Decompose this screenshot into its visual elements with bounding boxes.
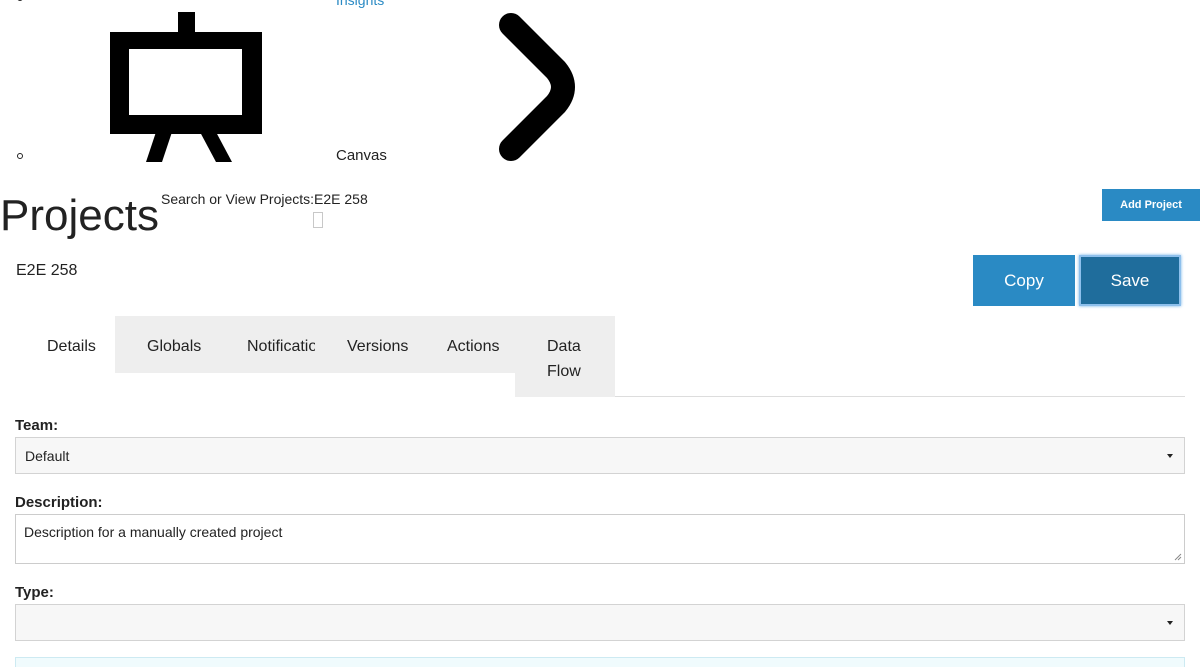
tab-versions[interactable]: Versions (347, 334, 408, 359)
tab-divider (615, 396, 1185, 397)
easel-icon (110, 12, 262, 162)
type-label: Type: (15, 584, 54, 601)
search-input[interactable] (313, 212, 323, 228)
tab-notifications[interactable]: Notifications (247, 334, 315, 359)
team-label: Team: (15, 417, 59, 434)
nav-bullet-insights (17, 0, 23, 1)
type-select[interactable] (15, 604, 1185, 641)
description-textarea[interactable]: Description for a manually created proje… (15, 514, 1185, 564)
info-panel (15, 657, 1185, 667)
save-button[interactable]: Save (1079, 255, 1181, 306)
description-label: Description: (15, 494, 103, 511)
nav-bullet-canvas (17, 153, 23, 159)
resize-handle-icon[interactable] (1174, 553, 1182, 561)
nav-link-insights[interactable]: Insights (336, 0, 384, 9)
description-value: Description for a manually created proje… (24, 524, 283, 540)
search-label: Search or View Projects:E2E 258 (161, 191, 368, 207)
tab-actions[interactable]: Actions (447, 334, 499, 359)
chevron-right-icon (499, 13, 575, 161)
team-select[interactable]: Default (15, 437, 1185, 474)
caret-down-icon (1167, 454, 1173, 458)
project-name: E2E 258 (16, 262, 78, 279)
tab-details[interactable]: Details (47, 334, 96, 359)
copy-button[interactable]: Copy (973, 255, 1075, 306)
add-project-button[interactable]: Add Project (1102, 189, 1200, 221)
caret-down-icon (1167, 621, 1173, 625)
page-title: Projects (0, 191, 159, 240)
team-select-value: Default (25, 448, 70, 464)
tab-data-flow[interactable]: Data Flow (547, 334, 597, 384)
nav-link-canvas[interactable]: Canvas (336, 147, 387, 165)
tab-globals[interactable]: Globals (147, 334, 201, 359)
